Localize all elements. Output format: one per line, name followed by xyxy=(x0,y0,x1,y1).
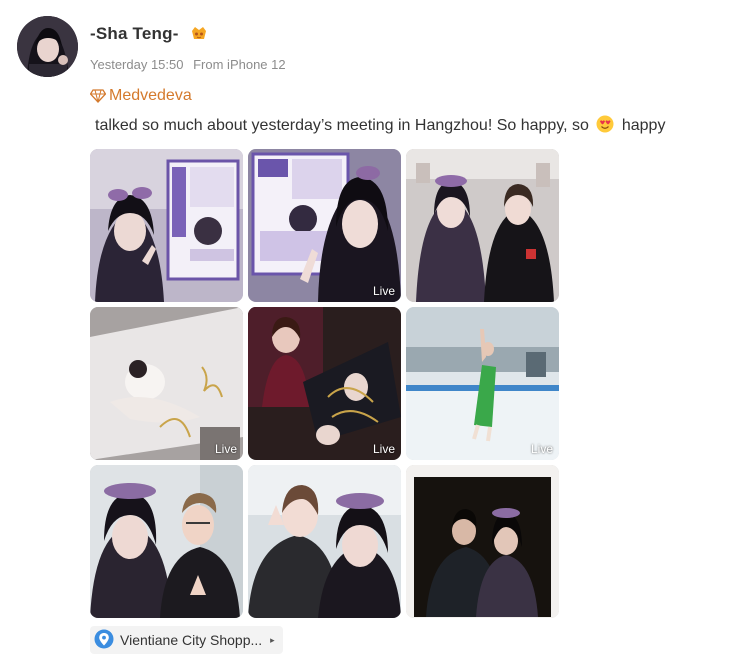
photo-7[interactable] xyxy=(90,465,243,618)
username[interactable]: -Sha Teng- xyxy=(90,24,209,44)
photo-grid: Live Live Live Live xyxy=(90,149,559,618)
post-text-part-1: talked so much about yesterday’s meeting… xyxy=(95,117,589,134)
live-badge: Live xyxy=(530,442,553,456)
photo-1[interactable] xyxy=(90,149,243,302)
photo-8[interactable] xyxy=(248,465,401,618)
live-badge: Live xyxy=(372,442,395,456)
weibo-post: -Sha Teng- Yesterday 15:50 From iPhone 1… xyxy=(0,0,730,654)
photo-4[interactable]: Live xyxy=(90,307,243,460)
topic-label[interactable]: Medvedeva xyxy=(109,87,192,105)
live-badge: Live xyxy=(372,284,395,298)
location-pin-icon xyxy=(94,629,114,649)
post-timestamp[interactable]: Yesterday 15:50 xyxy=(90,57,183,72)
location-label[interactable]: Vientiane City Shopp... xyxy=(120,632,262,648)
username-text[interactable]: -Sha Teng- xyxy=(90,24,179,43)
location-tag[interactable]: Vientiane City Shopp... ▸ xyxy=(90,626,283,654)
avatar[interactable] xyxy=(17,16,78,77)
photo-9[interactable] xyxy=(406,465,559,618)
post-meta: Yesterday 15:50 From iPhone 12 xyxy=(90,57,292,72)
fan-badge-icon xyxy=(191,27,206,39)
photo-6[interactable]: Live xyxy=(406,307,559,460)
photo-3[interactable] xyxy=(406,149,559,302)
photo-2[interactable]: Live xyxy=(248,149,401,302)
live-badge: Live xyxy=(214,442,237,456)
topic-tag[interactable]: Medvedeva xyxy=(90,87,192,105)
photo-5[interactable]: Live xyxy=(248,307,401,460)
diamond-icon xyxy=(90,89,106,103)
post-text: talked so much about yesterday’s meeting… xyxy=(95,115,665,135)
post-source: From iPhone 12 xyxy=(193,57,286,72)
post-text-part-2: happy xyxy=(621,117,666,134)
chevron-right-icon: ▸ xyxy=(270,634,275,645)
heart-eyes-emoji-icon xyxy=(596,115,614,133)
